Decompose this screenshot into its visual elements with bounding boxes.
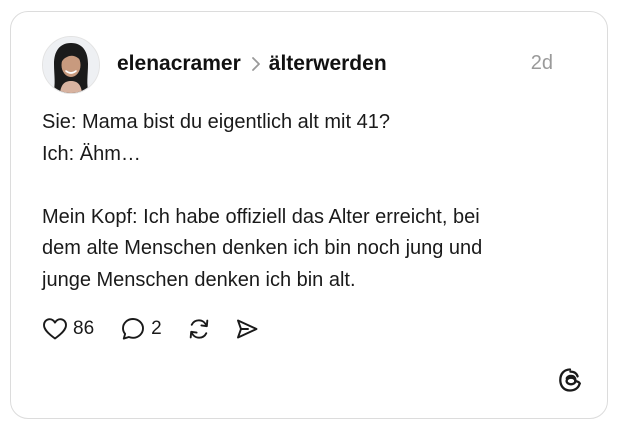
avatar-image [43, 37, 99, 93]
reply-button[interactable]: 2 [120, 316, 162, 342]
like-button[interactable]: 86 [42, 317, 94, 341]
like-count: 86 [73, 318, 95, 339]
author-name[interactable]: elenacramer [117, 52, 241, 76]
post-text: Sie: Mama bist du eigentlich alt mit 41?… [42, 107, 582, 296]
send-icon [234, 316, 260, 342]
post-card: elenacramer älterwerden 2d Sie: Mama bis… [10, 11, 608, 419]
repost-icon [186, 316, 212, 342]
post-timestamp: 2d [530, 52, 553, 74]
avatar[interactable] [42, 36, 100, 94]
post-text-line: Mein Kopf: Ich habe offiziell das Alter … [42, 205, 480, 228]
post-text-line: dem alte Menschen denken ich bin noch ju… [42, 237, 483, 259]
chevron-right-icon [251, 56, 261, 72]
post-text-line: Ich: Ähm… [42, 142, 141, 165]
topic-tag[interactable]: älterwerden [269, 52, 387, 76]
post-header: elenacramer älterwerden [117, 50, 387, 78]
post-text-line: junge Menschen denken ich bin alt. [42, 268, 356, 291]
post-text-line: Sie: Mama bist du eigentlich alt mit 41? [42, 111, 390, 133]
share-button[interactable] [234, 316, 260, 342]
threads-logo-icon [557, 367, 583, 393]
speech-bubble-icon [120, 316, 146, 342]
repost-button[interactable] [186, 316, 212, 342]
action-bar: 86 2 [42, 314, 260, 344]
heart-icon [42, 317, 68, 341]
reply-count: 2 [151, 318, 162, 339]
